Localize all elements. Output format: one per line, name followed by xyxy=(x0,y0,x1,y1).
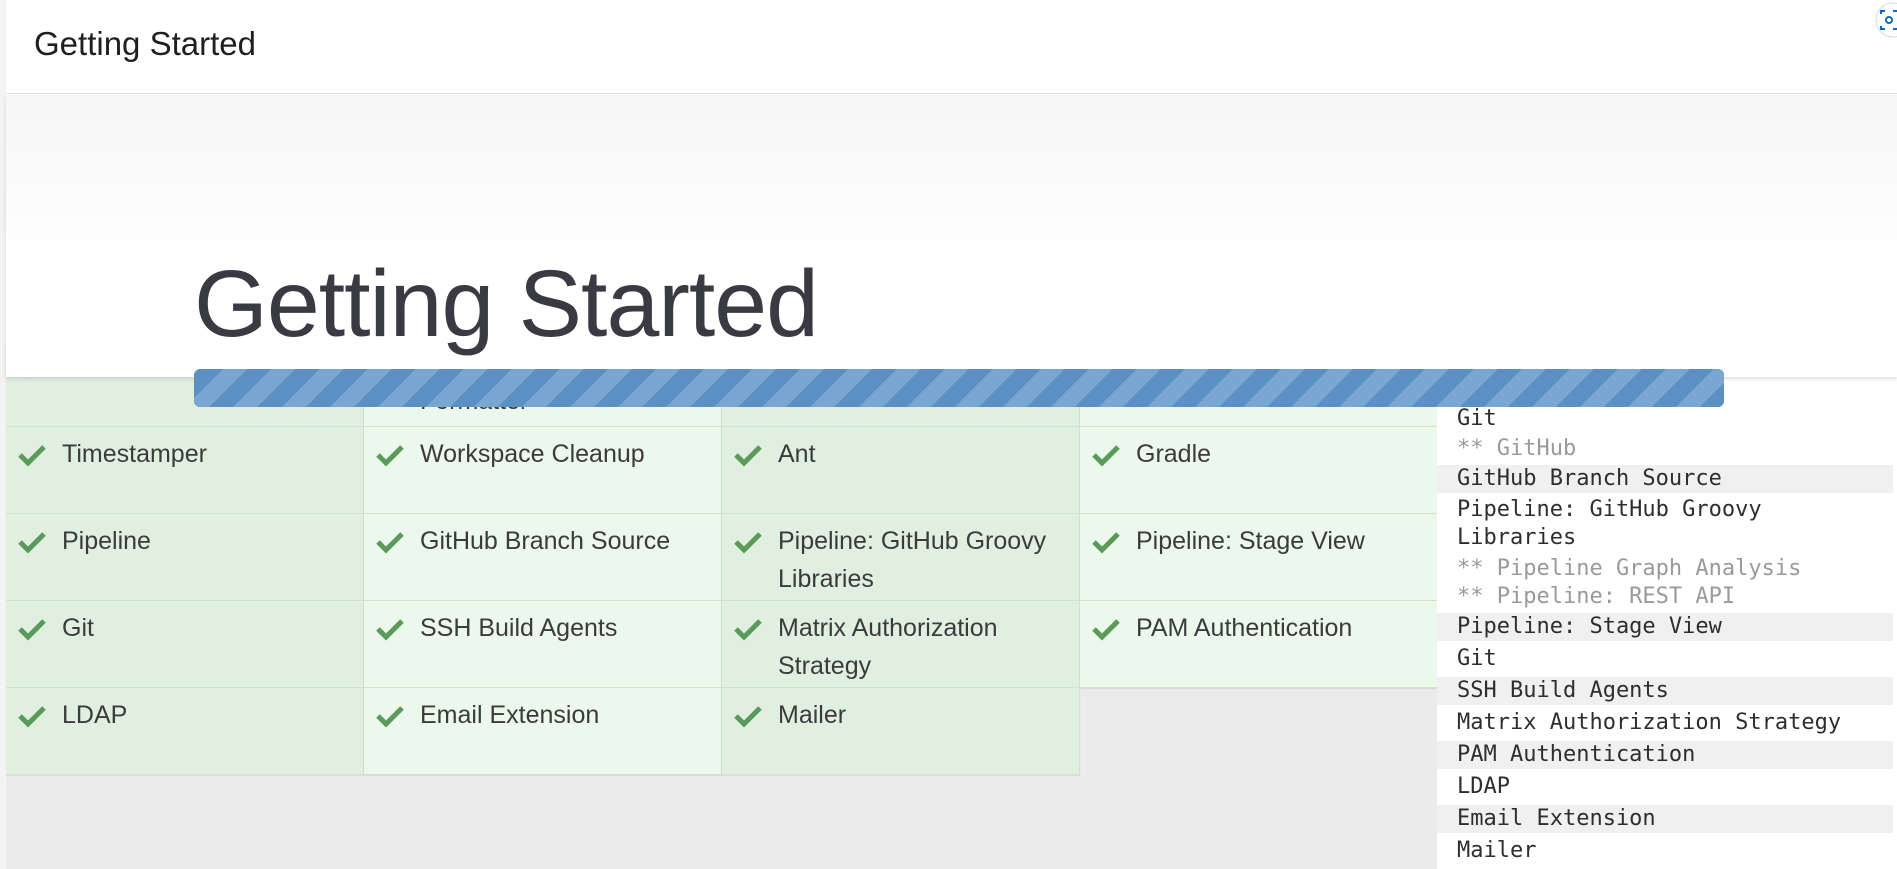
check-icon xyxy=(376,706,404,728)
plugin-label: Timestamper xyxy=(62,440,207,468)
install-progress-bar xyxy=(194,369,1724,407)
check-icon xyxy=(18,445,46,467)
log-line: ** Pipeline Graph Analysis xyxy=(1457,556,1802,581)
plugin-item: Workspace Cleanup xyxy=(364,427,722,514)
plugin-label: Git xyxy=(62,614,94,642)
log-line: Git xyxy=(1457,646,1497,671)
progress-fill xyxy=(194,369,1724,407)
plugin-item: Pipeline: Stage View xyxy=(1080,514,1438,601)
log-line: GitHub Branch Source xyxy=(1437,465,1893,493)
plugin-item: LDAP xyxy=(6,688,364,775)
log-line: PAM Authentication xyxy=(1437,741,1893,769)
plugin-label: GitHub Branch Source xyxy=(420,527,671,555)
plugin-item: PAM Authentication xyxy=(1080,601,1438,688)
plugin-label: Pipeline xyxy=(62,527,151,555)
check-icon xyxy=(734,619,762,641)
log-line: LDAP xyxy=(1457,774,1510,799)
log-line: Matrix Authorization Strategy xyxy=(1457,710,1842,735)
hero-banner: Getting Started xyxy=(6,95,1897,377)
plugin-item: Timestamper xyxy=(6,427,364,514)
plugin-label: Pipeline: Stage View xyxy=(1136,527,1365,555)
check-icon xyxy=(734,445,762,467)
hero-title: Getting Started xyxy=(194,251,819,357)
plugin-item: SSH Build Agents xyxy=(364,601,722,688)
plugin-label: Email Extension xyxy=(420,701,600,729)
log-line: Mailer xyxy=(1457,838,1537,863)
log-line: Git xyxy=(1457,406,1497,431)
install-log: Git ** GitHub GitHub Branch Source Pipel… xyxy=(1437,370,1897,869)
plugin-label: LDAP xyxy=(62,701,128,729)
check-icon xyxy=(1092,619,1120,641)
plugin-label: Workspace Cleanup xyxy=(420,440,645,468)
check-icon xyxy=(376,619,404,641)
log-line: Pipeline: Stage View xyxy=(1437,613,1893,641)
plugin-item: Matrix Authorization Strategy xyxy=(722,601,1080,688)
plugin-item: Gradle xyxy=(1080,427,1438,514)
plugin-item: GitHub Branch Source xyxy=(364,514,722,601)
check-icon xyxy=(734,532,762,554)
log-line: SSH Build Agents xyxy=(1437,677,1893,705)
plugin-label: Gradle xyxy=(1136,440,1212,468)
plugin-label: SSH Build Agents xyxy=(420,614,618,642)
check-icon xyxy=(1092,532,1120,554)
check-icon xyxy=(18,619,46,641)
plugin-label: PAM Authentication xyxy=(1136,614,1353,642)
check-icon xyxy=(376,445,404,467)
check-icon xyxy=(376,532,404,554)
check-icon xyxy=(734,706,762,728)
plugin-item: Pipeline xyxy=(6,514,364,601)
log-line: Pipeline: GitHub Groovy Libraries xyxy=(1457,497,1775,550)
plugin-item: Email Extension xyxy=(364,688,722,775)
plugin-item: Pipeline: GitHub Groovy Libraries xyxy=(722,514,1080,601)
plugin-label: Matrix Authorization Strategy xyxy=(778,614,998,680)
plugin-label: Pipeline: GitHub Groovy Libraries xyxy=(778,527,1047,593)
log-line: ** GitHub xyxy=(1457,436,1577,461)
plugin-label: Mailer xyxy=(778,701,847,729)
plugin-item: Ant xyxy=(722,427,1080,514)
screenshot-icon[interactable] xyxy=(1857,0,1897,40)
log-line: ** Pipeline: REST API xyxy=(1457,584,1736,609)
check-icon xyxy=(1092,445,1120,467)
check-icon xyxy=(18,706,46,728)
plugin-item: Git xyxy=(6,601,364,688)
dialog-title: Getting Started xyxy=(34,25,256,62)
dialog-header: Getting Started xyxy=(6,0,1897,94)
plugin-item: Mailer xyxy=(722,688,1080,775)
check-icon xyxy=(18,532,46,554)
plugin-label: Ant xyxy=(778,440,816,468)
log-line: Email Extension xyxy=(1437,805,1893,833)
